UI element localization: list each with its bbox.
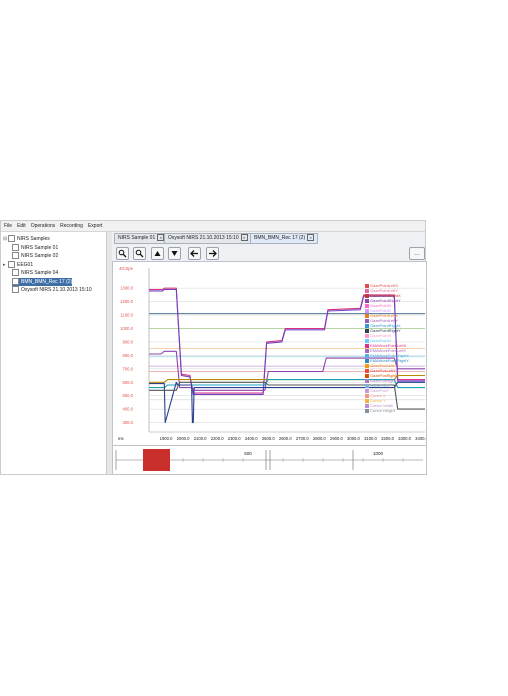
y-tick-label: 1000.0 <box>120 326 133 331</box>
zoom-out-button[interactable] <box>133 247 146 260</box>
y-tick-label: 1100.0 <box>121 313 134 318</box>
triangle-down-icon <box>171 251 178 256</box>
legend-label: Cursor Height <box>370 408 395 413</box>
x-tick-label: 3100.0 <box>364 436 377 441</box>
tree-item-label: NIRS Samples <box>17 236 50 242</box>
chart-legend: GazePointLeftX GazePointLeftY GazePointRig… <box>365 283 423 413</box>
y-tick-label: 1200.0 <box>120 299 133 304</box>
x-tick-label: 2200.0 <box>211 436 224 441</box>
y-tick-label: 800.0 <box>123 353 134 358</box>
signal-chart[interactable]: 1300.0 1200.0 1100.0 1000.0 900.0 800.0 700.0 6… <box>112 261 429 447</box>
x-tick-label: 2900.0 <box>330 436 343 441</box>
tree-item[interactable]: NIRS Sample 02 <box>12 252 58 260</box>
tree-item[interactable]: NIRS Sample 04 <box>12 269 58 277</box>
x-tick-label: 2700.0 <box>296 436 309 441</box>
tree-item-label: EEG01 <box>17 261 34 268</box>
x-tick-label: 3400.0 <box>415 436 426 441</box>
y-tick-label: 900.0 <box>123 339 134 344</box>
y-tick-label: 600.0 <box>123 380 134 385</box>
x-tick-label: 2400.0 <box>245 436 258 441</box>
menu-item-file[interactable]: File <box>1 221 14 229</box>
tree-item[interactable]: Oxysoft NIRS 21.10.2013 15:10 <box>12 286 92 294</box>
file-icon <box>12 277 19 285</box>
y-tick-label: 1300.0 <box>120 286 133 291</box>
menu-item-operations[interactable]: Operations <box>28 221 57 229</box>
tab-recording[interactable]: NIRS Sample 01 × <box>114 233 169 244</box>
y-axis-label: 4ICSps <box>119 266 133 271</box>
menu-item-export[interactable]: Export <box>85 221 104 229</box>
timeline-navigator[interactable]: 500 1000 <box>112 445 427 475</box>
x-tick-label: 2600.0 <box>279 436 292 441</box>
tree-item[interactable]: NIRS Sample 01 <box>12 243 59 252</box>
navigator-label: 1000 <box>373 451 384 456</box>
tab-recording[interactable]: BMN_BMN_Rec 17 (2) × <box>250 233 319 244</box>
menu-bar: File Edit Operations Recording Export <box>1 221 425 232</box>
file-icon <box>12 286 19 294</box>
tab-label: NIRS Sample 01 <box>118 235 156 241</box>
file-icon <box>12 243 19 251</box>
tab-label: BMN_BMN_Rec 17 (2) <box>254 235 306 241</box>
timeline-navigator-svg: 500 1000 <box>115 449 423 471</box>
chart-toolbar: ... <box>114 247 426 261</box>
x-tick-label: 1900.0 <box>160 436 173 441</box>
zoom-in-button[interactable] <box>116 247 129 260</box>
y-tick-label: 700.0 <box>123 366 134 371</box>
x-tick-label: 2300.0 <box>228 436 241 441</box>
navigator-label: 500 <box>244 451 252 456</box>
tree-item-label: BMN_BMN_Rec 17 (2) <box>21 278 73 285</box>
tree-item-label: NIRS Sample 04 <box>21 270 59 276</box>
arrow-left-icon <box>190 250 198 257</box>
close-tab-icon[interactable]: × <box>307 234 315 241</box>
tree-item[interactable]: ⊟ NIRS Samples <box>3 235 50 243</box>
x-axis-label: ms <box>118 436 124 441</box>
tree-item-label: NIRS Sample 02 <box>21 253 59 259</box>
y-tick-label: 500.0 <box>123 393 134 398</box>
close-tab-icon[interactable]: × <box>240 234 248 241</box>
legend-entry[interactable]: Cursor Height <box>365 408 423 413</box>
triangle-up-icon <box>154 251 161 256</box>
more-options-button[interactable]: ... <box>409 247 425 260</box>
search-minus-icon <box>135 249 144 258</box>
scale-up-button[interactable] <box>151 247 164 260</box>
menu-item-recording[interactable]: Recording <box>57 221 85 229</box>
tree-item[interactable]: BMN_BMN_Rec 17 (2) <box>12 277 73 286</box>
folder-icon <box>8 260 15 268</box>
x-tick-label: 2500.0 <box>262 436 275 441</box>
x-tick-label: 2000.0 <box>177 436 190 441</box>
tab-label: Oxysoft NIRS 21.10.2013 15:10 <box>168 235 239 241</box>
x-tick-label: 3200.0 <box>381 436 394 441</box>
recording-tree[interactable]: ⊟ NIRS Samples NIRS Sample 01 NIRS Sample 0… <box>1 232 107 474</box>
x-tick-label: 2100.0 <box>194 436 207 441</box>
file-icon <box>12 252 19 260</box>
x-tick-label: 3300.0 <box>398 436 411 441</box>
application-window: File Edit Operations Recording Export ⊟ NIRS … <box>0 220 429 475</box>
tree-item-label: Oxysoft NIRS 21.10.2013 15:10 <box>21 287 92 293</box>
y-tick-label: 400.0 <box>123 407 134 412</box>
x-tick-label: 3000.0 <box>347 436 360 441</box>
scroll-right-button[interactable] <box>206 247 219 260</box>
tab-recording[interactable]: Oxysoft NIRS 21.10.2013 15:10 × <box>164 233 252 244</box>
arrow-right-icon <box>209 250 217 257</box>
search-plus-icon <box>118 249 127 258</box>
navigator-viewport <box>143 449 170 471</box>
scale-down-button[interactable] <box>168 247 181 260</box>
scroll-left-button[interactable] <box>188 247 201 260</box>
tree-item-label: NIRS Sample 01 <box>21 244 59 251</box>
menu-item-edit[interactable]: Edit <box>14 221 28 229</box>
y-tick-label: 300.0 <box>123 420 134 425</box>
tree-item[interactable]: ▸ EEG01 <box>3 260 34 269</box>
folder-icon <box>8 235 15 243</box>
x-tick-label: 2800.0 <box>313 436 326 441</box>
file-icon <box>12 269 19 277</box>
legend-swatch <box>365 408 369 413</box>
